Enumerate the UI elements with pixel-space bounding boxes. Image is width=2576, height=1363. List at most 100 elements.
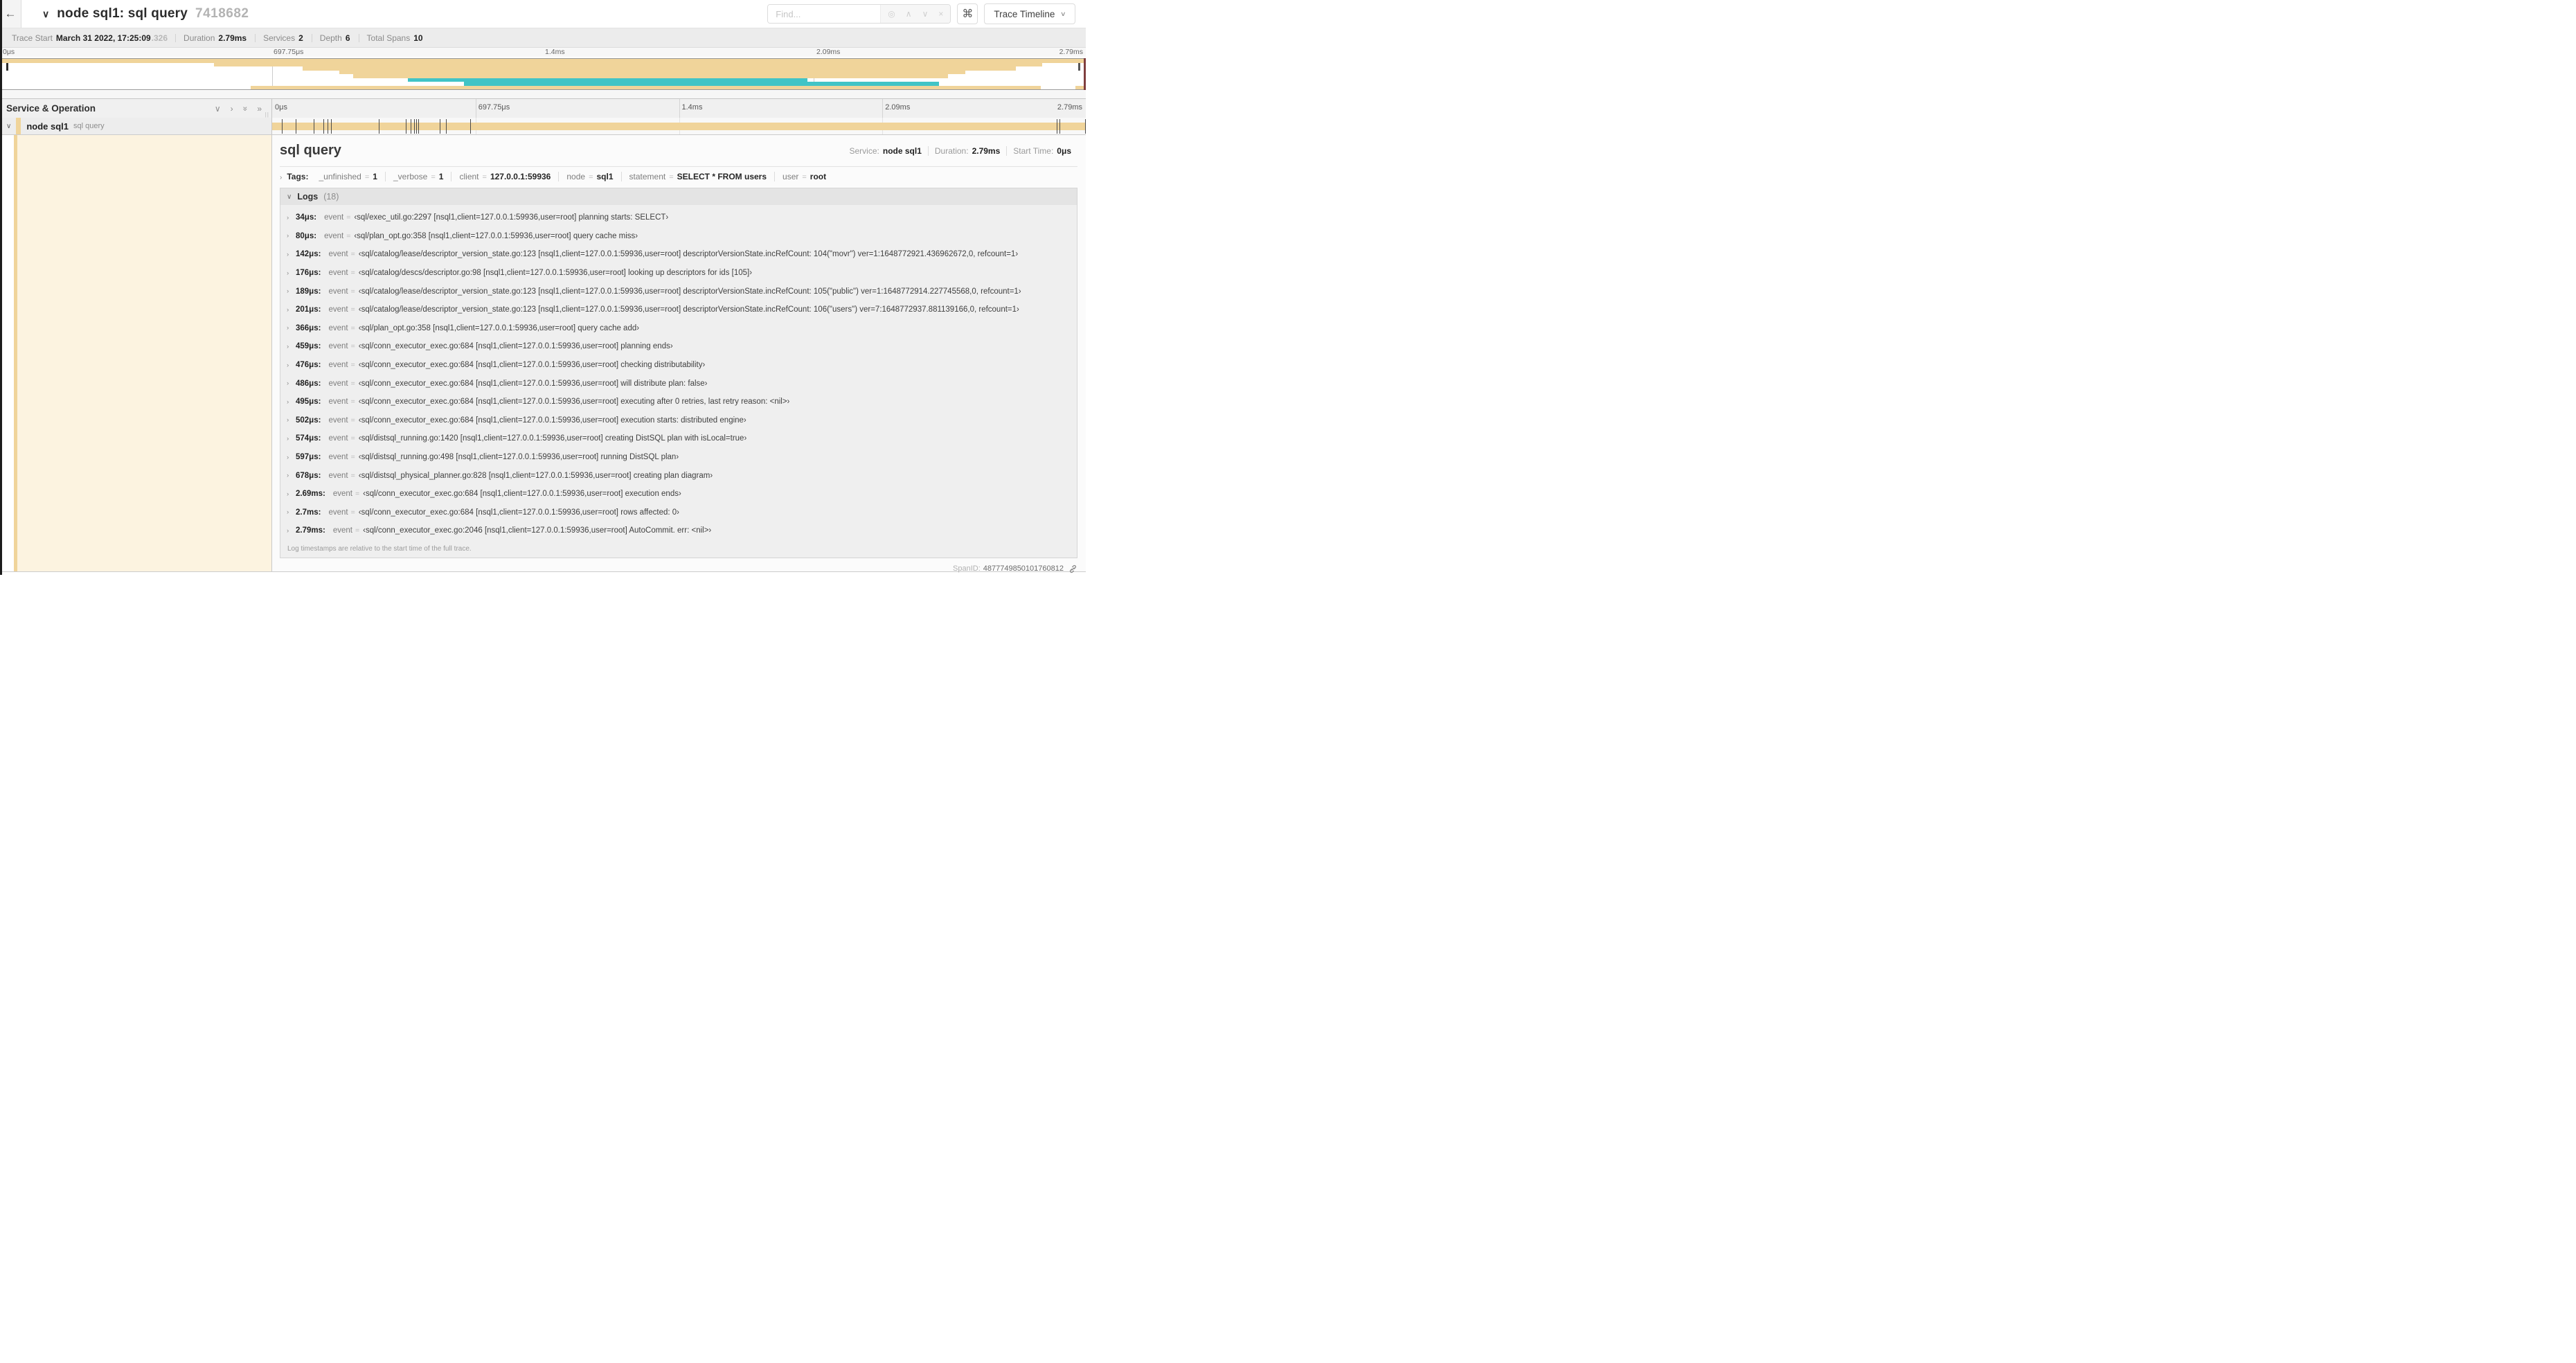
log-expand-chevron-icon[interactable]: › <box>287 398 296 406</box>
span-operation-title: sql query <box>280 143 341 158</box>
log-expand-chevron-icon[interactable]: › <box>287 214 296 222</box>
log-row[interactable]: › 2.7ms: event = ‹sql/conn_executor_exec… <box>280 504 1077 522</box>
span-collapse-chevron-icon[interactable]: ∨ <box>6 123 11 130</box>
log-expand-chevron-icon[interactable]: › <box>287 287 296 295</box>
log-row[interactable]: › 678μs: event = ‹sql/distsql_physical_p… <box>280 466 1077 485</box>
log-expand-chevron-icon[interactable]: › <box>287 362 296 369</box>
log-expand-chevron-icon[interactable]: › <box>287 306 296 314</box>
collapse-trace-chevron-icon[interactable]: ∨ <box>42 8 49 20</box>
summary-item: Total Spans 10 <box>358 33 431 42</box>
equals-sign: = <box>346 213 351 222</box>
summary-value-fraction: .326 <box>151 33 168 43</box>
log-row[interactable]: › 189μs: event = ‹sql/catalog/lease/desc… <box>280 282 1077 301</box>
log-message: ‹sql/conn_executor_exec.go:684 [nsql1,cl… <box>358 398 790 407</box>
log-row[interactable]: › 142μs: event = ‹sql/catalog/lease/desc… <box>280 245 1077 264</box>
span-bar[interactable] <box>272 123 1086 130</box>
span-id-label: SpanID: <box>953 564 981 573</box>
log-expand-chevron-icon[interactable]: › <box>287 343 296 350</box>
deep-link-icon[interactable] <box>1068 564 1077 573</box>
equals-sign: = <box>364 173 370 181</box>
keyboard-shortcuts-button[interactable]: ⌘ <box>957 3 978 24</box>
log-row[interactable]: › 495μs: event = ‹sql/conn_executor_exec… <box>280 393 1077 411</box>
trace-title-wrap: ∨ node sql1: sql query 7418682 <box>42 6 249 21</box>
log-timestamp: 476μs: <box>296 361 321 370</box>
log-expand-chevron-icon[interactable]: › <box>287 527 296 535</box>
tag-pill: user = root <box>774 172 834 181</box>
log-marker <box>1059 119 1061 134</box>
find-next-icon[interactable]: ∨ <box>922 9 929 19</box>
log-row[interactable]: › 80μs: event = ‹sql/plan_opt.go:358 [ns… <box>280 227 1077 246</box>
span-timeline[interactable] <box>272 118 1086 135</box>
log-field-key: event <box>328 250 348 259</box>
log-row[interactable]: › 459μs: event = ‹sql/conn_executor_exec… <box>280 337 1077 356</box>
minimap-tick-label: 2.09ms <box>816 48 841 56</box>
clear-find-icon[interactable]: × <box>938 9 943 19</box>
collapse-all-icon[interactable]: » <box>240 106 250 111</box>
span-meta-label: Start Time: <box>1013 145 1054 156</box>
log-expand-chevron-icon[interactable]: › <box>287 435 296 443</box>
log-expand-chevron-icon[interactable]: › <box>287 472 296 479</box>
log-expand-chevron-icon[interactable]: › <box>287 232 296 240</box>
log-row[interactable]: › 574μs: event = ‹sql/distsql_running.go… <box>280 429 1077 448</box>
log-message: ‹sql/conn_executor_exec.go:684 [nsql1,cl… <box>363 490 681 499</box>
log-row[interactable]: › 366μs: event = ‹sql/plan_opt.go:358 [n… <box>280 319 1077 338</box>
logs-title: Logs <box>297 192 319 202</box>
column-resize-grip[interactable]: || <box>265 111 269 118</box>
minimap-canvas[interactable] <box>1 58 1085 90</box>
log-row[interactable]: › 2.79ms: event = ‹sql/conn_executor_exe… <box>280 522 1077 540</box>
log-expand-chevron-icon[interactable]: › <box>287 380 296 387</box>
log-expand-chevron-icon[interactable]: › <box>287 490 296 498</box>
log-timestamp: 678μs: <box>296 471 321 480</box>
tags-row[interactable]: › Tags: _unfinished = 1 _verbose = 1 cli… <box>280 172 1077 181</box>
trace-view-selector[interactable]: Trace Timeline ∨ <box>984 3 1075 24</box>
log-row[interactable]: › 2.69ms: event = ‹sql/conn_executor_exe… <box>280 485 1077 504</box>
log-message: ‹sql/conn_executor_exec.go:2046 [nsql1,c… <box>363 526 712 535</box>
logs-rows: › 34μs: event = ‹sql/exec_util.go:2297 [… <box>280 205 1077 540</box>
summary-label: Depth <box>319 33 342 43</box>
span-meta-value: 0μs <box>1057 145 1071 156</box>
axis-tick-label: 1.4ms <box>681 103 703 112</box>
span-detail-header[interactable]: sql query Service: node sql1 Duration: 2… <box>280 143 1077 159</box>
expand-one-icon[interactable]: › <box>231 105 233 113</box>
log-expand-chevron-icon[interactable]: › <box>287 454 296 461</box>
span-meta-label: Duration: <box>934 145 969 156</box>
log-row[interactable]: › 486μs: event = ‹sql/conn_executor_exec… <box>280 374 1077 393</box>
log-timestamp: 574μs: <box>296 434 321 443</box>
log-expand-chevron-icon[interactable]: › <box>287 269 296 277</box>
detail-row-highlight <box>17 135 271 571</box>
log-expand-chevron-icon[interactable]: › <box>287 251 296 258</box>
collapse-one-icon[interactable]: ∨ <box>215 105 221 113</box>
find-previous-icon[interactable]: ∧ <box>906 9 912 19</box>
log-row[interactable]: › 34μs: event = ‹sql/exec_util.go:2297 [… <box>280 208 1077 227</box>
tag-pill: _unfinished = 1 <box>311 172 385 181</box>
log-field-key: event <box>328 361 348 370</box>
log-row[interactable]: › 502μs: event = ‹sql/conn_executor_exec… <box>280 411 1077 430</box>
log-marker <box>282 119 283 134</box>
log-row[interactable]: › 201μs: event = ‹sql/catalog/lease/desc… <box>280 301 1077 319</box>
logs-collapse-chevron-icon[interactable]: ∨ <box>287 193 292 201</box>
log-expand-chevron-icon[interactable]: › <box>287 324 296 332</box>
trace-view-label: Trace Timeline <box>994 8 1055 19</box>
log-row[interactable]: › 176μs: event = ‹sql/catalog/descs/desc… <box>280 264 1077 283</box>
back-button[interactable]: ← <box>0 0 21 28</box>
minimap-tick-label: 697.75μs <box>274 48 304 56</box>
equals-sign: = <box>350 453 355 462</box>
logs-header[interactable]: ∨ Logs (18) <box>280 188 1077 205</box>
expand-all-icon[interactable]: » <box>257 105 262 113</box>
focus-target-icon[interactable]: ◎ <box>888 9 895 19</box>
span-meta: Service: node sql1 Duration: 2.79ms Star… <box>843 145 1078 156</box>
tags-expand-chevron-icon[interactable]: › <box>280 174 282 181</box>
tags-label: Tags: <box>287 172 309 181</box>
find-input[interactable] <box>768 5 881 23</box>
log-row[interactable]: › 597μs: event = ‹sql/distsql_running.go… <box>280 448 1077 467</box>
log-row[interactable]: › 476μs: event = ‹sql/conn_executor_exec… <box>280 356 1077 375</box>
jaeger-trace-page: ← ∨ node sql1: sql query 7418682 ◎ ∧ ∨ ×… <box>0 0 1086 575</box>
tag-value: 127.0.0.1:59936 <box>490 172 551 181</box>
log-expand-chevron-icon[interactable]: › <box>287 508 296 516</box>
span-detail-footer: SpanID: 4877749850101760812 <box>280 558 1077 573</box>
span-name-cell[interactable]: ∨ node sql1 sql query <box>0 118 272 135</box>
minimap-span-bar <box>250 85 1041 89</box>
minimap-right-edge-scrubber[interactable] <box>1084 58 1086 90</box>
log-message: ‹sql/conn_executor_exec.go:684 [nsql1,cl… <box>358 379 708 388</box>
log-expand-chevron-icon[interactable]: › <box>287 416 296 424</box>
